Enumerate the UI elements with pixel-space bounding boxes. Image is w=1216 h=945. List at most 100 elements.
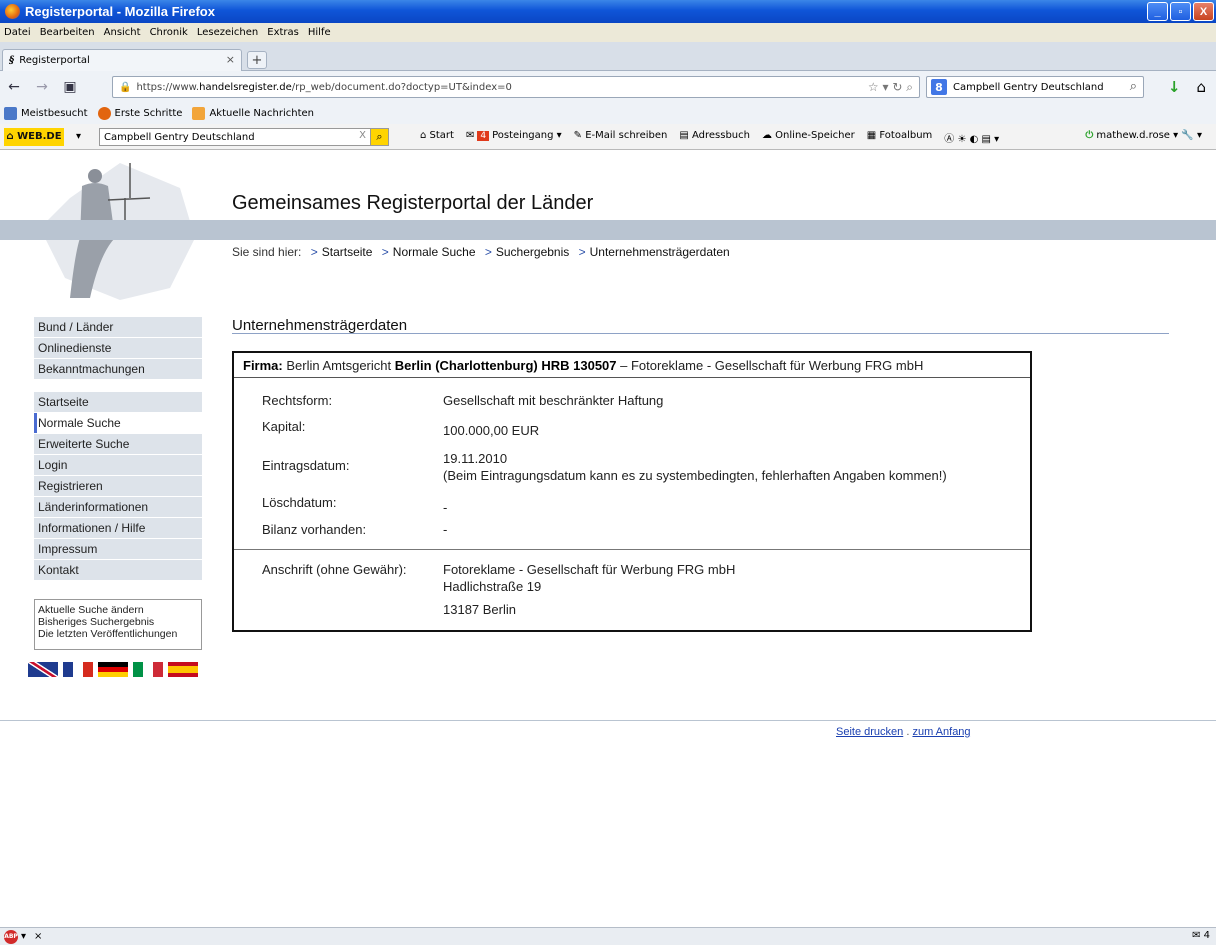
webde-fotoalbum[interactable]: ▦ Fotoalbum (867, 130, 933, 145)
sidebar-item-startseite[interactable]: Startseite (34, 392, 202, 412)
breadcrumb: Sie sind hier: > Startseite > Normale Such… (232, 245, 730, 259)
flag-germany-icon[interactable] (98, 662, 128, 677)
new-tab-button[interactable]: + (247, 51, 267, 69)
search-bar[interactable]: 8 Campbell Gentry Deutschland ⌕ (926, 76, 1144, 98)
breadcrumb-suchergebnis[interactable]: Suchergebnis (496, 245, 569, 259)
dropdown-arrow-icon[interactable]: ▾ (883, 80, 889, 94)
webde-adressbuch[interactable]: ▤ Adressbuch (679, 130, 750, 145)
breadcrumb-separator-icon: > (484, 245, 492, 259)
webde-links: ⌂ Start ✉ 4 Posteingang ▾ ✎ E-Mail schreib… (420, 130, 999, 145)
sidebar-item-normale-suche[interactable]: Normale Suche (34, 413, 202, 433)
window-titlebar: Registerportal - Mozilla Firefox _ ▫ X (0, 0, 1216, 23)
minimize-button[interactable]: _ (1147, 2, 1168, 21)
flag-spain-icon[interactable] (168, 662, 198, 677)
home-icon[interactable]: ⌂ (1196, 78, 1206, 96)
webde-extra-icons[interactable]: Ⓐ ☀ ◐ ▤ ▾ (944, 130, 999, 145)
sidebar-item-impressum[interactable]: Impressum (34, 539, 202, 559)
mail-notification[interactable]: ✉ 4 (1192, 930, 1210, 941)
status-bar: ABP ▾ × ✉ 4 (0, 927, 1216, 945)
flag-uk-icon[interactable] (28, 662, 58, 677)
forward-arrow-icon[interactable]: → (28, 79, 56, 95)
webde-user-menu[interactable]: ⏻ mathew.d.rose ▾ 🔧 ▾ (1085, 130, 1202, 141)
menu-ansicht[interactable]: Ansicht (104, 27, 141, 38)
sidebar-item-registrieren[interactable]: Registrieren (34, 476, 202, 496)
anschrift-line2: Hadlichstraße 19 (443, 579, 542, 594)
menu-bar: Datei Bearbeiten Ansicht Chronik Lesezei… (0, 23, 1216, 42)
flag-italy-icon[interactable] (133, 662, 163, 677)
loeschdatum-value: - (443, 500, 448, 515)
tab-close-icon[interactable]: × (226, 53, 235, 66)
rechtsform-label: Rechtsform: (262, 393, 333, 408)
search-icon[interactable]: ⌕ (906, 80, 913, 94)
webde-logo[interactable]: ⌂ WEB.DE (4, 127, 64, 146)
sidebar-item-informationen-hilfe[interactable]: Informationen / Hilfe (34, 518, 202, 538)
site-identity-icon[interactable]: ▣ (56, 79, 84, 95)
power-icon: ⏻ (1085, 130, 1094, 141)
chevron-down-icon[interactable]: ▾ (76, 131, 81, 142)
search-input[interactable]: Campbell Gentry Deutschland (953, 82, 1104, 93)
page-content: Gemeinsames Registerportal der Länder Si… (0, 150, 1216, 927)
webde-email-schreiben[interactable]: ✎ E-Mail schreiben (574, 130, 668, 145)
footer-separator: . (906, 726, 910, 738)
sidebar-item-laenderinformationen[interactable]: Länderinformationen (34, 497, 202, 517)
breadcrumb-normale-suche[interactable]: Normale Suche (393, 245, 476, 259)
sidebar-group-main: Startseite Normale Suche Erweiterte Such… (34, 392, 202, 581)
court-prefix: Berlin Amtsgericht (286, 357, 392, 373)
bookmark-star-icon[interactable]: ☆ (868, 80, 879, 94)
menu-chronik[interactable]: Chronik (150, 27, 188, 38)
sidebar-item-erweiterte-suche[interactable]: Erweiterte Suche (34, 434, 202, 454)
back-arrow-icon[interactable]: ← (0, 79, 28, 95)
rss-icon (192, 107, 206, 120)
company-record: Firma: Berlin Amtsgericht Berlin (Charlo… (232, 351, 1032, 632)
link-bisheriges-suchergebnis[interactable]: Bisheriges Suchergebnis (38, 616, 198, 628)
breadcrumb-startseite[interactable]: Startseite (322, 245, 373, 259)
url-prefix: https://www. (136, 81, 200, 93)
sidebar-group-portal: Bund / Länder Onlinedienste Bekanntmachu… (34, 317, 202, 380)
flag-france-icon[interactable] (63, 662, 93, 677)
section-title: Unternehmensträgerdaten (232, 317, 408, 334)
close-button[interactable]: X (1193, 2, 1214, 21)
sidebar-item-login[interactable]: Login (34, 455, 202, 475)
bookmark-erste-schritte[interactable]: Erste Schritte (97, 107, 182, 120)
webde-search-value: Campbell Gentry Deutschland (104, 131, 255, 143)
tab-registerportal[interactable]: § Registerportal × (2, 49, 242, 71)
bookmark-meistbesucht[interactable]: Meistbesucht (4, 107, 88, 120)
webde-posteingang[interactable]: ✉ 4 Posteingang ▾ (466, 130, 562, 145)
bookmark-aktuelle-nachrichten[interactable]: Aktuelle Nachrichten (192, 107, 314, 120)
download-arrow-icon[interactable]: ↓ (1168, 78, 1181, 96)
navigation-bar: ← → ▣ 🔒 https://www. handelsregister.de/r… (0, 71, 1216, 103)
search-engine-icon[interactable]: 8 (931, 79, 947, 95)
sidebar-item-onlinedienste[interactable]: Onlinedienste (34, 338, 202, 358)
footer-divider (0, 720, 1216, 721)
reload-icon[interactable]: ↻ (892, 80, 902, 94)
url-bar[interactable]: 🔒 https://www. handelsregister.de/rp_web/… (112, 76, 920, 98)
sidebar-item-bekanntmachungen[interactable]: Bekanntmachungen (34, 359, 202, 379)
tab-bar: § Registerportal × + (0, 42, 1216, 71)
back-to-top-link[interactable]: zum Anfang (912, 726, 970, 738)
footer-links: Seite drucken . zum Anfang (836, 726, 971, 738)
anschrift-label: Anschrift (ohne Gewähr): (262, 562, 407, 577)
webde-start[interactable]: ⌂ Start (420, 130, 454, 145)
link-aktuelle-suche-aendern[interactable]: Aktuelle Suche ändern (38, 604, 198, 616)
breadcrumb-separator-icon: > (310, 245, 318, 259)
menu-datei[interactable]: Datei (4, 27, 31, 38)
chevron-down-icon[interactable]: ▾ (21, 931, 26, 942)
menu-hilfe[interactable]: Hilfe (308, 27, 331, 38)
maximize-button[interactable]: ▫ (1170, 2, 1191, 21)
webde-online-speicher[interactable]: ☁ Online-Speicher (762, 130, 855, 145)
status-close-icon[interactable]: × (34, 931, 42, 942)
menu-extras[interactable]: Extras (267, 27, 299, 38)
adblock-icon[interactable]: ABP (4, 929, 18, 944)
firefox-icon (97, 107, 111, 120)
sidebar-item-bund-laender[interactable]: Bund / Länder (34, 317, 202, 337)
magnifier-icon[interactable]: ⌕ (370, 128, 389, 146)
sidebar-item-kontakt[interactable]: Kontakt (34, 560, 202, 580)
link-letzte-veroeffentlichungen[interactable]: Die letzten Veröffentlichungen (38, 628, 198, 640)
menu-lesezeichen[interactable]: Lesezeichen (197, 27, 258, 38)
print-page-link[interactable]: Seite drucken (836, 726, 903, 738)
webde-search-input[interactable]: Campbell Gentry Deutschland X ⌕ (99, 128, 389, 146)
title-band (0, 220, 1216, 240)
menu-bearbeiten[interactable]: Bearbeiten (40, 27, 95, 38)
magnifier-icon[interactable]: ⌕ (1130, 79, 1137, 94)
clear-icon[interactable]: X (359, 130, 366, 141)
